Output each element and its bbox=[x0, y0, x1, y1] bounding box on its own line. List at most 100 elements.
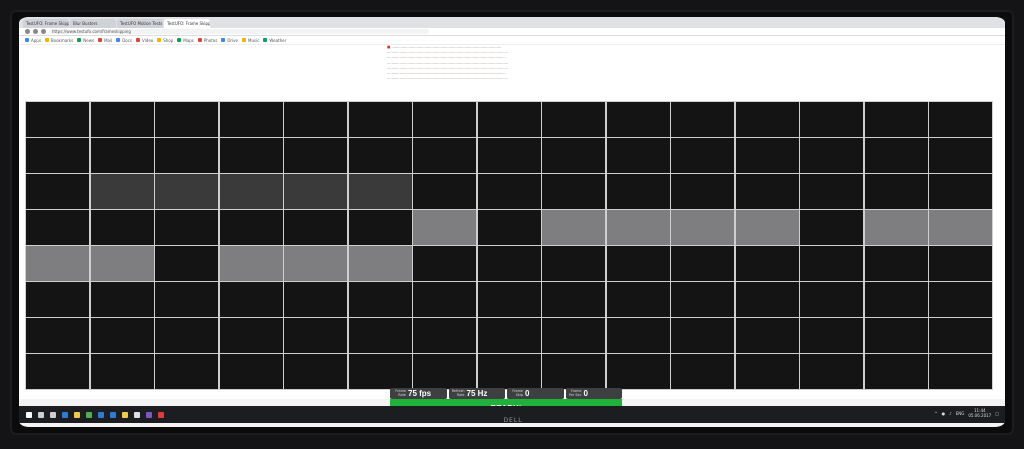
grid-cell bbox=[155, 354, 218, 389]
grid-cell bbox=[348, 354, 412, 389]
grid-cell bbox=[26, 354, 89, 389]
grid-cell bbox=[606, 174, 670, 209]
grid-cell bbox=[864, 318, 928, 353]
grid-cell bbox=[800, 318, 863, 353]
bookmark-favicon-icon bbox=[98, 38, 103, 42]
bookmark-item[interactable]: News bbox=[77, 38, 94, 43]
bookmark-label: Bookmarks bbox=[50, 37, 74, 43]
bookmark-item[interactable]: Shop bbox=[157, 38, 173, 43]
chevron-up-icon[interactable]: ^ bbox=[934, 411, 937, 416]
bookmark-favicon-icon bbox=[157, 38, 162, 42]
grid-cell bbox=[671, 174, 734, 209]
browser-tab[interactable]: TestUFO: Frame Skipping bbox=[23, 19, 69, 28]
mail-icon[interactable] bbox=[110, 411, 116, 418]
page-notice-text: ■ ......................................… bbox=[387, 45, 509, 81]
grid-cell bbox=[477, 318, 541, 353]
grid-cell bbox=[929, 354, 992, 389]
grid-cell bbox=[90, 138, 154, 173]
grid-cell bbox=[155, 138, 218, 173]
bookmark-item[interactable]: Video bbox=[136, 38, 153, 43]
grid-cell bbox=[542, 102, 605, 137]
search-icon[interactable] bbox=[38, 411, 44, 418]
store-icon[interactable] bbox=[98, 411, 104, 418]
grid-cell bbox=[929, 210, 992, 245]
app-icon[interactable] bbox=[146, 411, 152, 418]
grid-cell bbox=[671, 138, 734, 173]
grid-cell bbox=[413, 174, 476, 209]
app-icon[interactable] bbox=[122, 411, 128, 418]
bookmark-label: Apps bbox=[31, 37, 41, 43]
grid-cell bbox=[542, 354, 605, 389]
grid-cell bbox=[542, 138, 605, 173]
bookmark-item[interactable]: Mail bbox=[98, 38, 112, 43]
bookmark-item[interactable]: Photos bbox=[197, 38, 217, 43]
app-icon[interactable] bbox=[158, 411, 164, 418]
bookmark-favicon-icon bbox=[263, 38, 268, 42]
grid-cell bbox=[26, 210, 89, 245]
volume-icon[interactable]: ♪ bbox=[949, 411, 952, 416]
bookmark-item[interactable]: Bookmarks bbox=[44, 37, 74, 43]
bookmark-favicon-icon bbox=[116, 38, 121, 42]
language-indicator[interactable]: ENG bbox=[956, 411, 965, 416]
grid-cell bbox=[542, 318, 605, 353]
task-view-icon[interactable] bbox=[50, 411, 56, 418]
grid-cell bbox=[671, 354, 734, 389]
grid-cell bbox=[90, 282, 154, 317]
bookmark-favicon-icon bbox=[25, 38, 29, 42]
grid-cell bbox=[671, 282, 734, 317]
bookmark-item[interactable]: Docs bbox=[116, 38, 132, 43]
grid-cell bbox=[90, 174, 154, 209]
bookmark-favicon-icon bbox=[197, 38, 202, 42]
grid-cell bbox=[348, 138, 412, 173]
grid-cell bbox=[864, 174, 928, 209]
monitor-brand-logo: DELL bbox=[503, 417, 523, 424]
clock[interactable]: 11:44 05.06.2017 bbox=[968, 408, 991, 418]
windows-start-icon[interactable] bbox=[26, 411, 32, 418]
bookmark-item[interactable]: Drive bbox=[221, 38, 238, 43]
grid-cell bbox=[735, 138, 799, 173]
bookmark-favicon-icon bbox=[136, 38, 141, 42]
bookmark-item[interactable]: Music bbox=[242, 38, 259, 43]
grid-cell bbox=[348, 246, 412, 281]
grid-cell bbox=[542, 282, 605, 317]
reload-icon[interactable] bbox=[41, 29, 46, 34]
grid-cell bbox=[929, 102, 992, 137]
grid-cell bbox=[800, 210, 863, 245]
grid-cell bbox=[929, 282, 992, 317]
network-icon[interactable]: ● bbox=[942, 411, 946, 416]
browser-tab[interactable]: TestUFO: Frame Skipping bbox=[164, 19, 210, 28]
grid-cell bbox=[477, 246, 541, 281]
grid-cell bbox=[26, 138, 89, 173]
grid-cell bbox=[348, 102, 412, 137]
bookmark-item[interactable]: Maps bbox=[177, 38, 194, 43]
grid-cell bbox=[284, 354, 347, 389]
browser-tab[interactable]: TestUFO Motion Tests bbox=[117, 19, 163, 28]
forward-icon[interactable] bbox=[33, 29, 38, 34]
bookmark-item[interactable]: Weather bbox=[263, 38, 286, 43]
grid-cell bbox=[219, 174, 283, 209]
grid-cell bbox=[284, 318, 347, 353]
grid-cell bbox=[26, 318, 89, 353]
back-icon[interactable] bbox=[25, 29, 30, 34]
notifications-icon[interactable]: □ bbox=[995, 411, 999, 416]
grid-cell bbox=[671, 102, 734, 137]
browser-tab[interactable]: Blur Busters bbox=[70, 19, 116, 28]
grid-cell bbox=[864, 102, 928, 137]
stat-label: Frame Rate bbox=[395, 388, 406, 397]
url-field[interactable]: https://www.testufo.com/frameskipping bbox=[49, 29, 429, 34]
edge-icon[interactable] bbox=[62, 411, 68, 418]
chrome-icon[interactable] bbox=[86, 411, 92, 418]
bookmark-item[interactable]: Apps bbox=[25, 38, 41, 43]
grid-cell bbox=[671, 318, 734, 353]
grid-cell bbox=[284, 174, 347, 209]
grid-cell bbox=[90, 354, 154, 389]
grid-cell bbox=[864, 210, 928, 245]
grid-cell bbox=[864, 282, 928, 317]
grid-cell bbox=[735, 282, 799, 317]
grid-cell bbox=[477, 138, 541, 173]
stat-box: Frame Per Sec 0 bbox=[565, 388, 622, 399]
file-explorer-icon[interactable] bbox=[74, 411, 80, 418]
stat-value: 75 Hz bbox=[466, 389, 488, 398]
bookmark-label: Mail bbox=[104, 37, 113, 43]
app-icon[interactable] bbox=[134, 411, 140, 418]
